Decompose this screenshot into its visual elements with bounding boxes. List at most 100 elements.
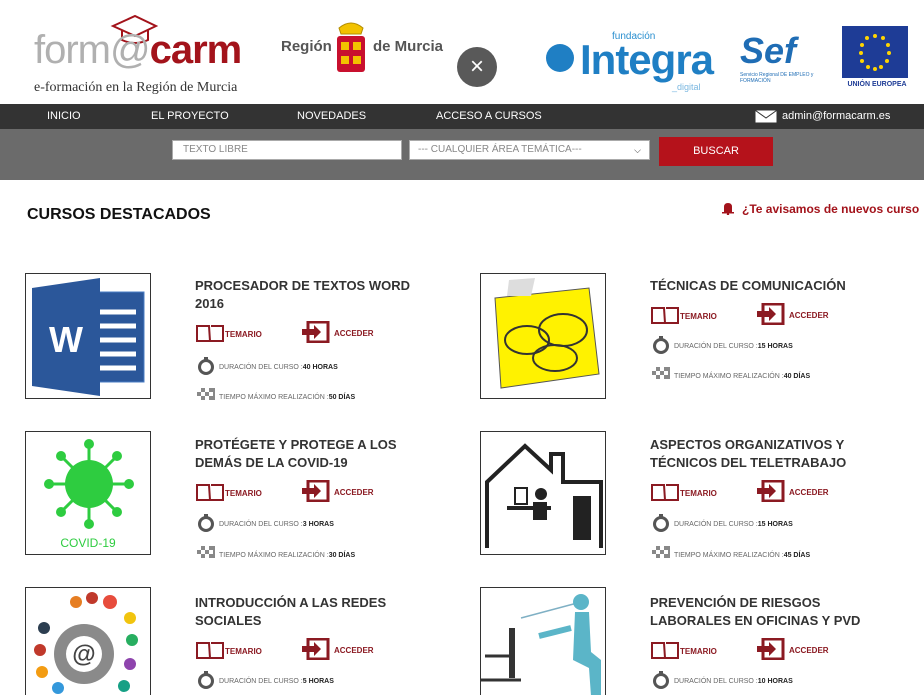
login-icon bbox=[302, 320, 330, 345]
search-input[interactable]: TEXTO LIBRE bbox=[172, 140, 402, 160]
sef-logo[interactable]: Sef bbox=[740, 30, 796, 72]
acceder-label: ACCEDER bbox=[789, 310, 829, 320]
acceder-link[interactable]: ACCEDER bbox=[757, 479, 829, 504]
integra-digital-text: _digital bbox=[672, 82, 701, 92]
notify-link[interactable]: ¿Te avisamos de nuevos curso bbox=[722, 202, 919, 216]
region-text-left: Región bbox=[281, 38, 332, 55]
murcia-crest-icon bbox=[337, 22, 365, 72]
acceder-link[interactable]: ACCEDER bbox=[302, 637, 374, 662]
sef-subtitle: Servicio Regional DE EMPLEO y FORMACIÓN bbox=[740, 72, 814, 84]
nav-item-acceso-cursos[interactable]: ACCESO A CURSOS bbox=[436, 104, 542, 129]
book-icon bbox=[195, 640, 225, 662]
course-image-comunicacion[interactable] bbox=[480, 273, 606, 399]
book-icon bbox=[195, 482, 225, 504]
course-image-prevencion[interactable] bbox=[480, 587, 606, 695]
region-text-right: de Murcia bbox=[373, 38, 444, 55]
stopwatch-icon bbox=[651, 513, 671, 535]
course-duration: DURACIÓN DEL CURSO : 3 HORAS bbox=[196, 513, 334, 535]
book-icon bbox=[650, 305, 680, 327]
close-button[interactable]: × bbox=[457, 47, 497, 87]
temario-link[interactable]: TEMARIO bbox=[195, 482, 262, 504]
stopwatch-icon bbox=[196, 356, 216, 378]
temario-label: TEMARIO bbox=[225, 646, 262, 656]
main-nav: INICIO EL PROYECTO NOVEDADES ACCESO A CU… bbox=[0, 104, 924, 129]
course-image-teletrabajo[interactable] bbox=[480, 431, 606, 555]
search-button[interactable]: BUSCAR bbox=[659, 137, 773, 166]
temario-link[interactable]: TEMARIO bbox=[650, 482, 717, 504]
course-title[interactable]: TÉCNICAS DE COMUNICACIÓN bbox=[650, 277, 880, 295]
integra-logo[interactable]: Integra bbox=[580, 36, 714, 84]
logo-subtitle: e-formación en la Región de Murcia bbox=[34, 80, 238, 95]
home-office-image bbox=[485, 443, 603, 548]
acceder-label: ACCEDER bbox=[334, 487, 374, 497]
section-title: CURSOS DESTACADOS bbox=[27, 206, 211, 223]
email-text: admin@formacarm.es bbox=[782, 110, 891, 122]
image-caption: COVID-19 bbox=[60, 536, 116, 550]
logo-text-at: @ bbox=[110, 28, 151, 72]
area-select-value: --- CUALQUIER ÁREA TEMÁTICA--- bbox=[418, 144, 582, 155]
flag-icon bbox=[196, 545, 216, 565]
speech-bubbles-image bbox=[494, 278, 600, 389]
flag-icon bbox=[196, 387, 216, 407]
logo-text-carm: carm bbox=[149, 28, 243, 72]
stopwatch-icon bbox=[651, 670, 671, 692]
course-title[interactable]: PROCESADOR DE TEXTOS WORD 2016 bbox=[195, 277, 425, 313]
area-select[interactable]: --- CUALQUIER ÁREA TEMÁTICA--- ⌵ bbox=[409, 140, 650, 160]
book-icon bbox=[650, 640, 680, 662]
acceder-link[interactable]: ACCEDER bbox=[302, 320, 374, 345]
course-title[interactable]: PREVENCIÓN DE RIESGOS LABORALES EN OFICIN… bbox=[650, 594, 880, 630]
ergonomics-image bbox=[481, 594, 601, 695]
course-image-covid[interactable]: COVID-19 bbox=[25, 431, 151, 555]
svg-text:W: W bbox=[49, 319, 83, 360]
book-icon bbox=[650, 482, 680, 504]
temario-label: TEMARIO bbox=[225, 329, 262, 339]
temario-link[interactable]: TEMARIO bbox=[195, 323, 262, 345]
stopwatch-icon bbox=[196, 513, 216, 535]
integra-logo-icon bbox=[546, 44, 574, 72]
course-duration: DURACIÓN DEL CURSO : 5 HORAS bbox=[196, 670, 334, 692]
acceder-label: ACCEDER bbox=[789, 487, 829, 497]
word-icon: W bbox=[32, 278, 145, 396]
eu-label: UNIÓN EUROPEA bbox=[847, 81, 907, 88]
notify-text: ¿Te avisamos de nuevos curso bbox=[742, 202, 920, 216]
acceder-label: ACCEDER bbox=[789, 645, 829, 655]
course-title[interactable]: INTRODUCCIÓN A LAS REDES SOCIALES bbox=[195, 594, 425, 630]
book-icon bbox=[195, 323, 225, 345]
course-duration: DURACIÓN DEL CURSO : 15 HORAS bbox=[651, 335, 793, 357]
temario-label: TEMARIO bbox=[680, 488, 717, 498]
nav-item-novedades[interactable]: NOVEDADES bbox=[297, 104, 366, 129]
login-icon bbox=[757, 302, 785, 327]
login-icon bbox=[302, 479, 330, 504]
course-max-time: TIEMPO MÁXIMO REALIZACIÓN : 30 DÍAS bbox=[196, 545, 355, 565]
course-image-redes[interactable]: @ bbox=[25, 587, 151, 695]
nav-item-proyecto[interactable]: EL PROYECTO bbox=[151, 104, 229, 129]
temario-link[interactable]: TEMARIO bbox=[650, 640, 717, 662]
acceder-link[interactable]: ACCEDER bbox=[757, 637, 829, 662]
temario-link[interactable]: TEMARIO bbox=[650, 305, 717, 327]
nav-item-inicio[interactable]: INICIO bbox=[47, 104, 81, 129]
stopwatch-icon bbox=[651, 335, 671, 357]
acceder-link[interactable]: ACCEDER bbox=[302, 479, 374, 504]
svg-text:@: @ bbox=[72, 641, 95, 668]
formacarm-logo[interactable]: form@carm bbox=[34, 28, 243, 73]
bell-icon bbox=[722, 203, 734, 216]
flag-icon bbox=[651, 366, 671, 386]
acceder-link[interactable]: ACCEDER bbox=[757, 302, 829, 327]
course-duration: DURACIÓN DEL CURSO : 15 HORAS bbox=[651, 513, 793, 535]
course-title[interactable]: ASPECTOS ORGANIZATIVOS Y TÉCNICOS DEL TEL… bbox=[650, 436, 880, 472]
temario-label: TEMARIO bbox=[225, 488, 262, 498]
chevron-down-icon: ⌵ bbox=[634, 145, 641, 155]
login-icon bbox=[302, 637, 330, 662]
header: form@carm e-formación en la Región de Mu… bbox=[0, 0, 924, 104]
acceder-label: ACCEDER bbox=[334, 328, 374, 338]
course-max-time: TIEMPO MÁXIMO REALIZACIÓN : 50 DÍAS bbox=[196, 387, 355, 407]
login-icon bbox=[757, 637, 785, 662]
temario-label: TEMARIO bbox=[680, 311, 717, 321]
temario-link[interactable]: TEMARIO bbox=[195, 640, 262, 662]
course-max-time: TIEMPO MÁXIMO REALIZACIÓN : 45 DÍAS bbox=[651, 545, 810, 565]
envelope-icon bbox=[755, 110, 777, 123]
nav-email-link[interactable]: admin@formacarm.es bbox=[755, 104, 890, 129]
acceder-label: ACCEDER bbox=[334, 645, 374, 655]
course-image-word[interactable]: W bbox=[25, 273, 151, 399]
course-title[interactable]: PROTÉGETE Y PROTEGE A LOS DEMÁS DE LA COV… bbox=[195, 436, 425, 472]
